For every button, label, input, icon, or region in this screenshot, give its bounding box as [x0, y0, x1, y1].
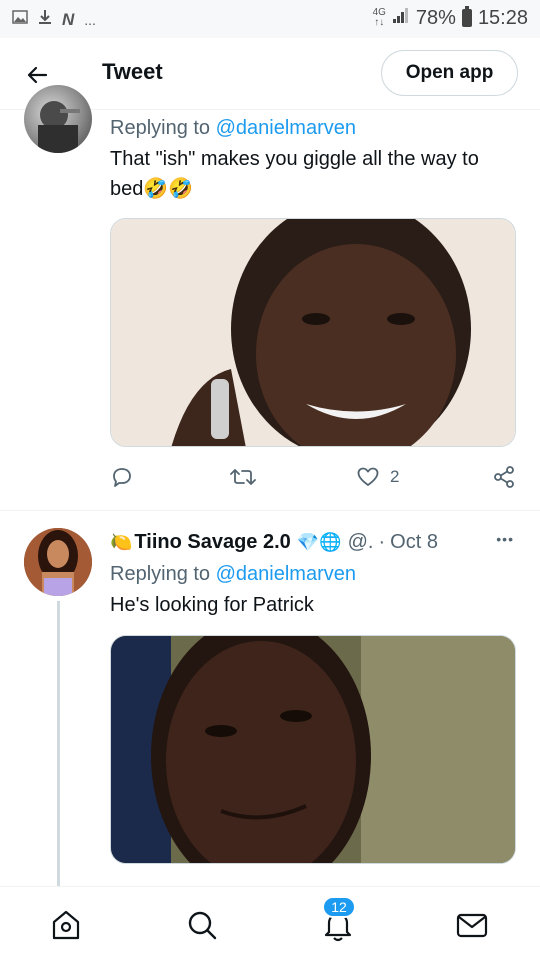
status-bar: N ... 4G ↑↓ 78% 15:28	[0, 0, 540, 38]
back-arrow-icon	[27, 66, 48, 84]
status-left: N ...	[12, 9, 96, 30]
avatar[interactable]	[24, 85, 92, 153]
notifications-badge: 12	[322, 896, 356, 918]
gallery-icon	[12, 10, 28, 29]
open-app-button[interactable]: Open app	[381, 50, 518, 96]
author-badges: 💎🌐	[296, 531, 342, 552]
tweet-image[interactable]	[110, 635, 516, 864]
tweet-date[interactable]: Oct 8	[390, 531, 438, 554]
page-title: Tweet	[102, 59, 163, 84]
download-icon	[38, 9, 52, 30]
more-options-button[interactable]: •••	[496, 531, 514, 547]
app-n-icon: N	[62, 9, 75, 29]
replying-to: Replying to @danielmarven	[110, 563, 356, 585]
tweet-reply-2[interactable]: 🍋 Tiino Savage 2.0 💎🌐 @. · Oct 8 ••• Rep…	[0, 511, 540, 886]
nav-home[interactable]	[46, 905, 86, 945]
battery-icon	[461, 6, 472, 27]
thread-line	[57, 601, 60, 886]
like-button[interactable]: 2	[356, 465, 399, 489]
like-count: 2	[390, 467, 400, 486]
mention-link[interactable]: @danielmarven	[216, 117, 356, 139]
share-icon	[494, 466, 514, 488]
battery-percent: 78%	[415, 6, 456, 29]
replying-to: Replying to @danielmarven	[110, 117, 356, 139]
tweet-actions: 2	[110, 465, 520, 495]
author-handle[interactable]: @.	[348, 531, 374, 554]
tweet-text: That "ish" makes you giggle all the way …	[110, 148, 479, 200]
bottom-navigation: 12	[0, 886, 540, 960]
tweet-text: He's looking for Patrick	[110, 594, 314, 616]
nav-search[interactable]	[182, 905, 222, 945]
mention-link[interactable]: @danielmarven	[216, 563, 356, 585]
retweet-icon	[230, 469, 256, 485]
author-name[interactable]: Tiino Savage 2.0	[134, 531, 290, 554]
network-type: 4G ↑↓	[372, 7, 386, 28]
more-icon: •••	[496, 531, 514, 547]
tweet-image[interactable]	[110, 218, 516, 447]
home-icon	[52, 910, 80, 940]
nav-messages[interactable]	[452, 905, 492, 945]
avatar[interactable]	[24, 528, 92, 596]
author-emoji: 🍋	[110, 531, 133, 552]
tweet-reply-1[interactable]: Replying to @danielmarven That "ish" mak…	[0, 85, 540, 509]
status-overflow: ...	[84, 11, 96, 28]
messages-icon	[456, 913, 488, 938]
reply-button[interactable]	[110, 465, 134, 489]
reply-icon	[113, 468, 131, 487]
meta-separator: ·	[378, 530, 386, 553]
tweet-author-row: 🍋 Tiino Savage 2.0 💎🌐 @. · Oct 8	[110, 528, 438, 556]
like-icon	[357, 467, 379, 486]
share-button[interactable]	[492, 465, 516, 489]
search-icon	[188, 911, 217, 940]
nav-notifications[interactable]: 12	[318, 896, 358, 945]
signal-icon	[392, 6, 410, 30]
retweet-button[interactable]	[230, 465, 256, 489]
status-right: 4G ↑↓ 78% 15:28	[373, 6, 528, 30]
clock: 15:28	[477, 6, 528, 29]
